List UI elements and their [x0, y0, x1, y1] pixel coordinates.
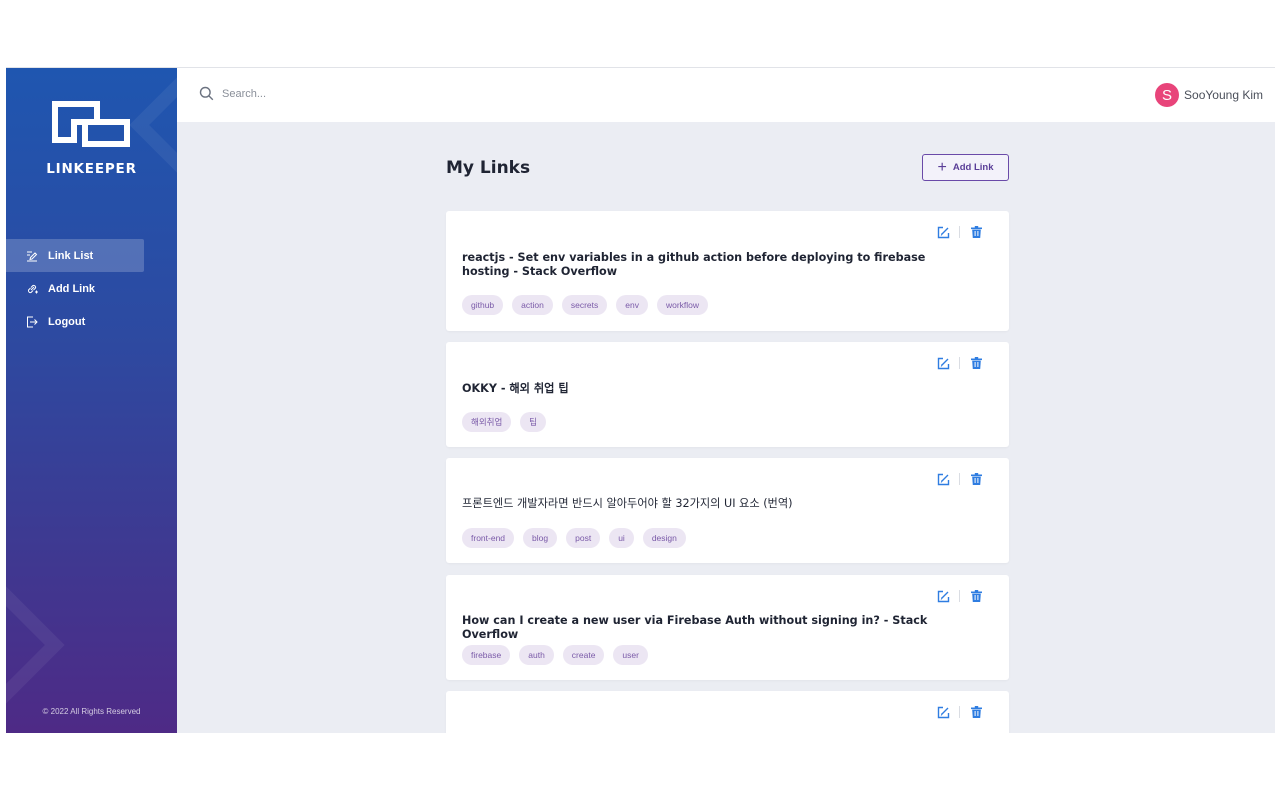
sidebar-nav: Link List Add Link Logout [6, 239, 177, 338]
delete-button[interactable] [969, 705, 983, 719]
sidebar-item-label: Link List [48, 249, 94, 262]
card-actions [936, 705, 983, 719]
link-title[interactable]: reactjs - Set env variables in a github … [462, 251, 973, 279]
divider [959, 590, 960, 602]
card-actions [936, 225, 983, 239]
logo-icon [52, 101, 130, 147]
card-actions [936, 356, 983, 370]
edit-icon [937, 473, 949, 485]
link-card: How can I create a new user via Firebase… [446, 575, 1009, 680]
tag[interactable]: create [562, 645, 605, 665]
tag[interactable]: user [613, 645, 648, 665]
edit-icon [937, 357, 949, 369]
sidebar-item-add-link[interactable]: Add Link [6, 272, 144, 305]
card-actions [936, 589, 983, 603]
search-input[interactable] [222, 87, 422, 100]
decorative-shape [6, 581, 65, 709]
tag-list: 해외취업 팁 [462, 412, 555, 432]
tag[interactable]: firebase [462, 645, 511, 665]
tag[interactable]: env [616, 295, 648, 315]
divider [959, 226, 960, 238]
link-title[interactable]: How can I create a new user via Firebase… [462, 614, 973, 642]
link-card: OKKY - 해외 취업 팁 해외취업 팁 [446, 342, 1009, 447]
link-card: 프론트엔드 개발자라면 반드시 알아두어야 할 32가지의 UI 요소 (번역)… [446, 458, 1009, 563]
link-title[interactable]: OKKY - 해외 취업 팁 [462, 382, 973, 396]
tag[interactable]: action [512, 295, 553, 315]
divider [959, 357, 960, 369]
search-icon [199, 86, 214, 101]
tag[interactable]: secrets [561, 295, 608, 315]
tag[interactable]: github [462, 295, 504, 315]
tag-list: front-end blog post ui design [462, 528, 695, 548]
trash-icon [970, 590, 982, 602]
page-title: My Links [446, 158, 531, 178]
user-menu[interactable]: S SooYoung Kim [1155, 83, 1263, 107]
tag[interactable]: 해외취업 [462, 412, 512, 432]
trash-icon [970, 226, 982, 238]
delete-button[interactable] [969, 356, 983, 370]
edit-button[interactable] [936, 589, 950, 603]
link-card [446, 691, 1009, 733]
edit-button[interactable] [936, 356, 950, 370]
add-link-button[interactable]: + Add Link [922, 154, 1009, 181]
card-actions [936, 472, 983, 486]
delete-button[interactable] [969, 472, 983, 486]
edit-button[interactable] [936, 705, 950, 719]
main-content: My Links + Add Link reactjs - Set env va… [177, 122, 1275, 733]
tag[interactable]: post [566, 528, 601, 548]
tag[interactable]: ui [609, 528, 634, 548]
trash-icon [970, 706, 982, 718]
brand-name: LINKEEPER [46, 161, 137, 177]
delete-button[interactable] [969, 589, 983, 603]
app-window: LINKEEPER Link List Add Link Logout © 20… [6, 67, 1275, 733]
sidebar-item-label: Add Link [48, 282, 96, 295]
tag[interactable]: front-end [462, 528, 515, 548]
search-bar [199, 86, 422, 101]
tag-list: firebase auth create user [462, 645, 657, 665]
edit-list-icon [27, 251, 38, 261]
add-link-button-label: Add Link [952, 162, 994, 173]
tag[interactable]: workflow [656, 295, 709, 315]
link-title[interactable]: 프론트엔드 개발자라면 반드시 알아두어야 할 32가지의 UI 요소 (번역) [462, 497, 973, 511]
trash-icon [970, 357, 982, 369]
tag[interactable]: blog [523, 528, 558, 548]
edit-icon [937, 226, 949, 238]
tag[interactable]: auth [519, 645, 554, 665]
sidebar-item-link-list[interactable]: Link List [6, 239, 144, 272]
user-name: SooYoung Kim [1184, 88, 1263, 102]
trash-icon [970, 473, 982, 485]
logout-icon [27, 316, 38, 327]
tag[interactable]: design [642, 528, 686, 548]
link-add-icon [27, 284, 38, 293]
tag-list: github action secrets env workflow [462, 295, 717, 315]
delete-button[interactable] [969, 225, 983, 239]
sidebar-item-logout[interactable]: Logout [6, 305, 144, 338]
plus-icon: + [937, 158, 947, 176]
divider [959, 706, 960, 718]
edit-icon [937, 706, 949, 718]
link-card: reactjs - Set env variables in a github … [446, 211, 1009, 331]
edit-icon [937, 590, 949, 602]
edit-button[interactable] [936, 225, 950, 239]
tag[interactable]: 팁 [520, 412, 547, 432]
divider [959, 473, 960, 485]
edit-button[interactable] [936, 472, 950, 486]
copyright-text: © 2022 All Rights Reserved [42, 707, 141, 716]
avatar: S [1155, 83, 1180, 107]
topbar: S SooYoung Kim [177, 68, 1275, 122]
sidebar: LINKEEPER Link List Add Link Logout © 20… [6, 68, 177, 733]
sidebar-item-label: Logout [48, 315, 86, 328]
